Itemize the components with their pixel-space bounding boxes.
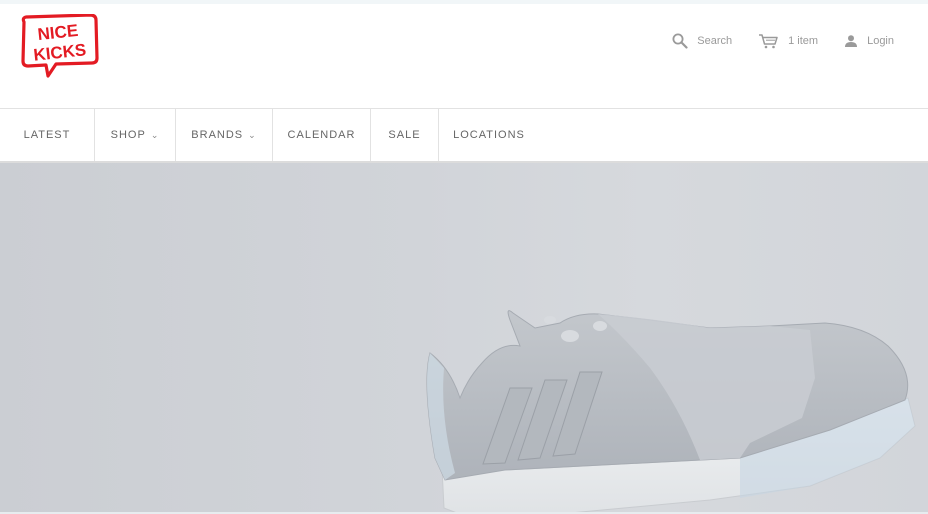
nav-item-locations[interactable]: LOCATIONS: [439, 109, 539, 161]
nav-item-label: SALE: [388, 129, 421, 141]
search-label: Search: [697, 35, 733, 47]
login-button[interactable]: Login: [844, 34, 894, 48]
chevron-down-icon: ⌄: [150, 129, 160, 140]
main-nav: LATEST SHOP ⌄ BRANDS ⌄ CALENDAR SALE LOC…: [0, 108, 928, 164]
sneaker-image: [426, 310, 916, 512]
nav-item-calendar[interactable]: CALENDAR: [273, 109, 371, 161]
nav-item-latest[interactable]: LATEST: [0, 109, 95, 161]
nav-item-sale[interactable]: SALE: [371, 109, 439, 161]
nav-item-label: LATEST: [23, 129, 71, 141]
nav-item-brands[interactable]: BRANDS ⌄: [176, 109, 273, 161]
nav-item-label: LOCATIONS: [453, 129, 525, 141]
cart-icon: [758, 33, 779, 49]
nice-kicks-logo[interactable]: NICE KICKS: [20, 13, 100, 80]
search-icon: [672, 33, 688, 49]
chevron-down-icon: ⌄: [248, 129, 257, 140]
search-button[interactable]: Search: [672, 33, 732, 49]
nav-item-label: CALENDAR: [287, 129, 356, 141]
nav-item-label: BRANDS: [191, 129, 244, 141]
nav-item-label: SHOP: [110, 129, 146, 141]
site-header: NICE KICKS Search 1 item Login: [0, 4, 928, 108]
cart-button[interactable]: 1 item: [758, 33, 818, 49]
hero-banner[interactable]: [0, 163, 928, 512]
utility-bar: Search 1 item Login: [672, 33, 894, 49]
nav-item-shop[interactable]: SHOP ⌄: [95, 109, 176, 161]
cart-count-label: 1 item: [788, 35, 819, 47]
login-label: Login: [867, 35, 894, 47]
user-icon: [844, 34, 858, 48]
